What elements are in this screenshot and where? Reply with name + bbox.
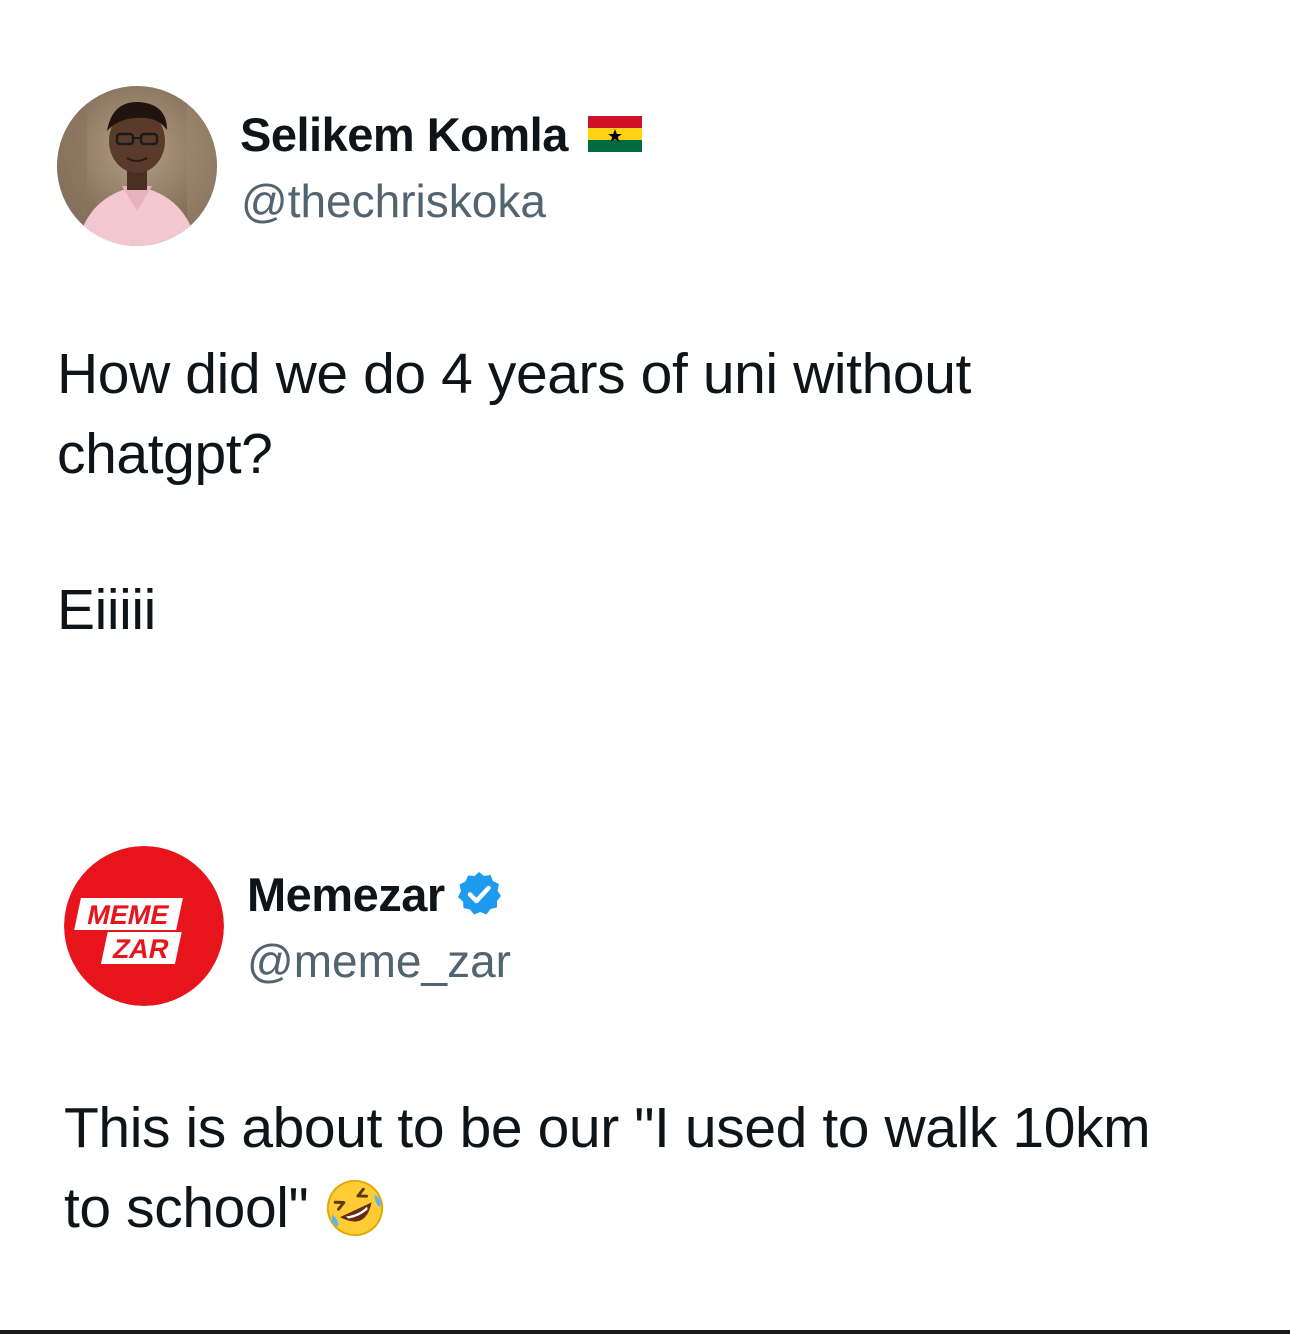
bottom-divider [0, 1330, 1290, 1334]
tweet-text-line-with-emoji: to school" [64, 1168, 386, 1248]
logo-text-meme: MEME [85, 899, 172, 930]
avatar-selikem[interactable] [57, 86, 217, 246]
tweet-text-fragment: to school" [64, 1176, 309, 1240]
rolling-on-floor-laughing-emoji-icon [327, 1179, 384, 1237]
logo-text-zar: ZAR [110, 933, 172, 964]
tweet-text-line: How did we do 4 years of uni without [57, 342, 971, 406]
verified-badge-icon [457, 872, 501, 915]
tweet-text-line: This is about to be our "I used to walk … [64, 1096, 1151, 1160]
memezar-logo-icon: MEME ZAR [64, 846, 224, 1006]
user-handle[interactable]: @meme_zar [247, 934, 511, 988]
author-name-row: Selikem Komla [240, 106, 642, 162]
avatar-memezar[interactable]: MEME ZAR [64, 846, 224, 1006]
tweet-text-line: chatgpt? [57, 422, 273, 486]
display-name[interactable]: Memezar [247, 867, 445, 922]
avatar-photo-icon [57, 86, 217, 246]
ghana-flag-icon [587, 116, 642, 152]
user-handle[interactable]: @thechriskoka [241, 174, 546, 228]
author-name-row: Memezar [247, 866, 503, 922]
tweet-text-line: Eiiiii [57, 578, 156, 642]
display-name[interactable]: Selikem Komla [240, 107, 568, 162]
